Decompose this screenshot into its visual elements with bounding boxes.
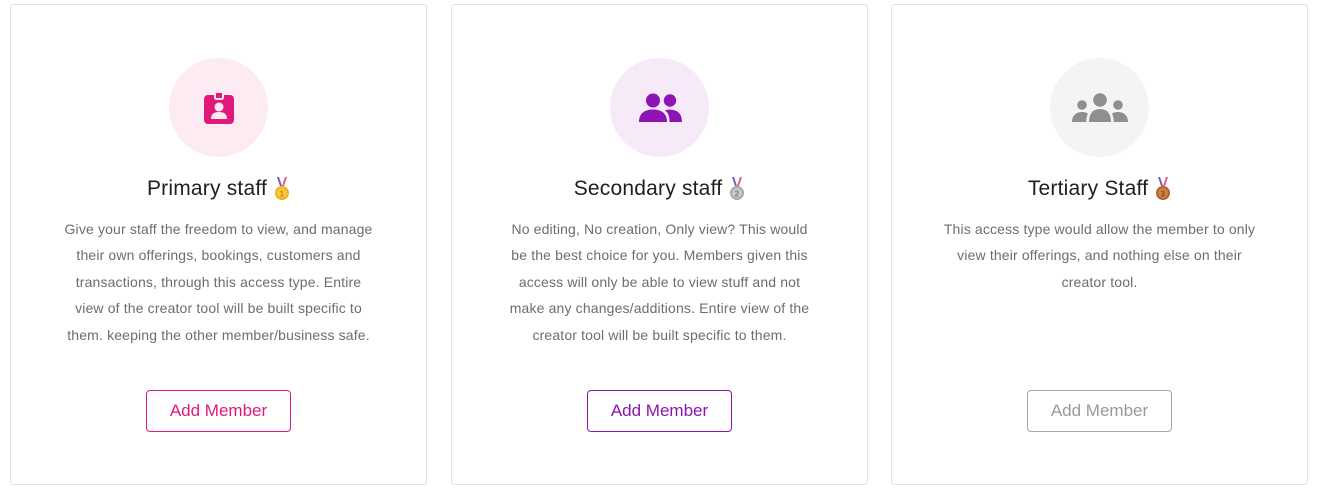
card-title-row: Secondary staff 2 (452, 177, 867, 201)
card-description: Give your staff the freedom to view, and… (64, 221, 373, 343)
users-icon (1050, 58, 1149, 157)
svg-text:2: 2 (735, 190, 740, 199)
bronze-medal-icon: 3 (1155, 177, 1171, 201)
tertiary-staff-card: Tertiary Staff 3 This access type would … (891, 4, 1308, 485)
id-badge-icon (169, 58, 268, 157)
card-title: Tertiary Staff (1027, 177, 1149, 200)
user-group-icon (610, 58, 709, 157)
svg-text:1: 1 (280, 190, 285, 199)
add-member-button[interactable]: Add Member (1027, 390, 1172, 432)
secondary-staff-card: Secondary staff 2 No editing, No creatio… (451, 4, 868, 485)
silver-medal-icon: 2 (729, 177, 745, 201)
card-title-row: Tertiary Staff 3 (892, 177, 1307, 201)
card-title-row: Primary staff 1 (11, 177, 426, 201)
primary-staff-card: Primary staff 1 Give your staff the free… (10, 4, 427, 485)
add-member-button[interactable]: Add Member (146, 390, 291, 432)
card-title: Primary staff (146, 177, 268, 200)
card-title: Secondary staff (573, 177, 723, 200)
card-description: No editing, No creation, Only view? This… (509, 221, 810, 343)
svg-text:3: 3 (1161, 190, 1166, 199)
gold-medal-icon: 1 (274, 177, 290, 201)
add-member-button[interactable]: Add Member (587, 390, 732, 432)
card-description: This access type would allow the member … (943, 221, 1256, 290)
